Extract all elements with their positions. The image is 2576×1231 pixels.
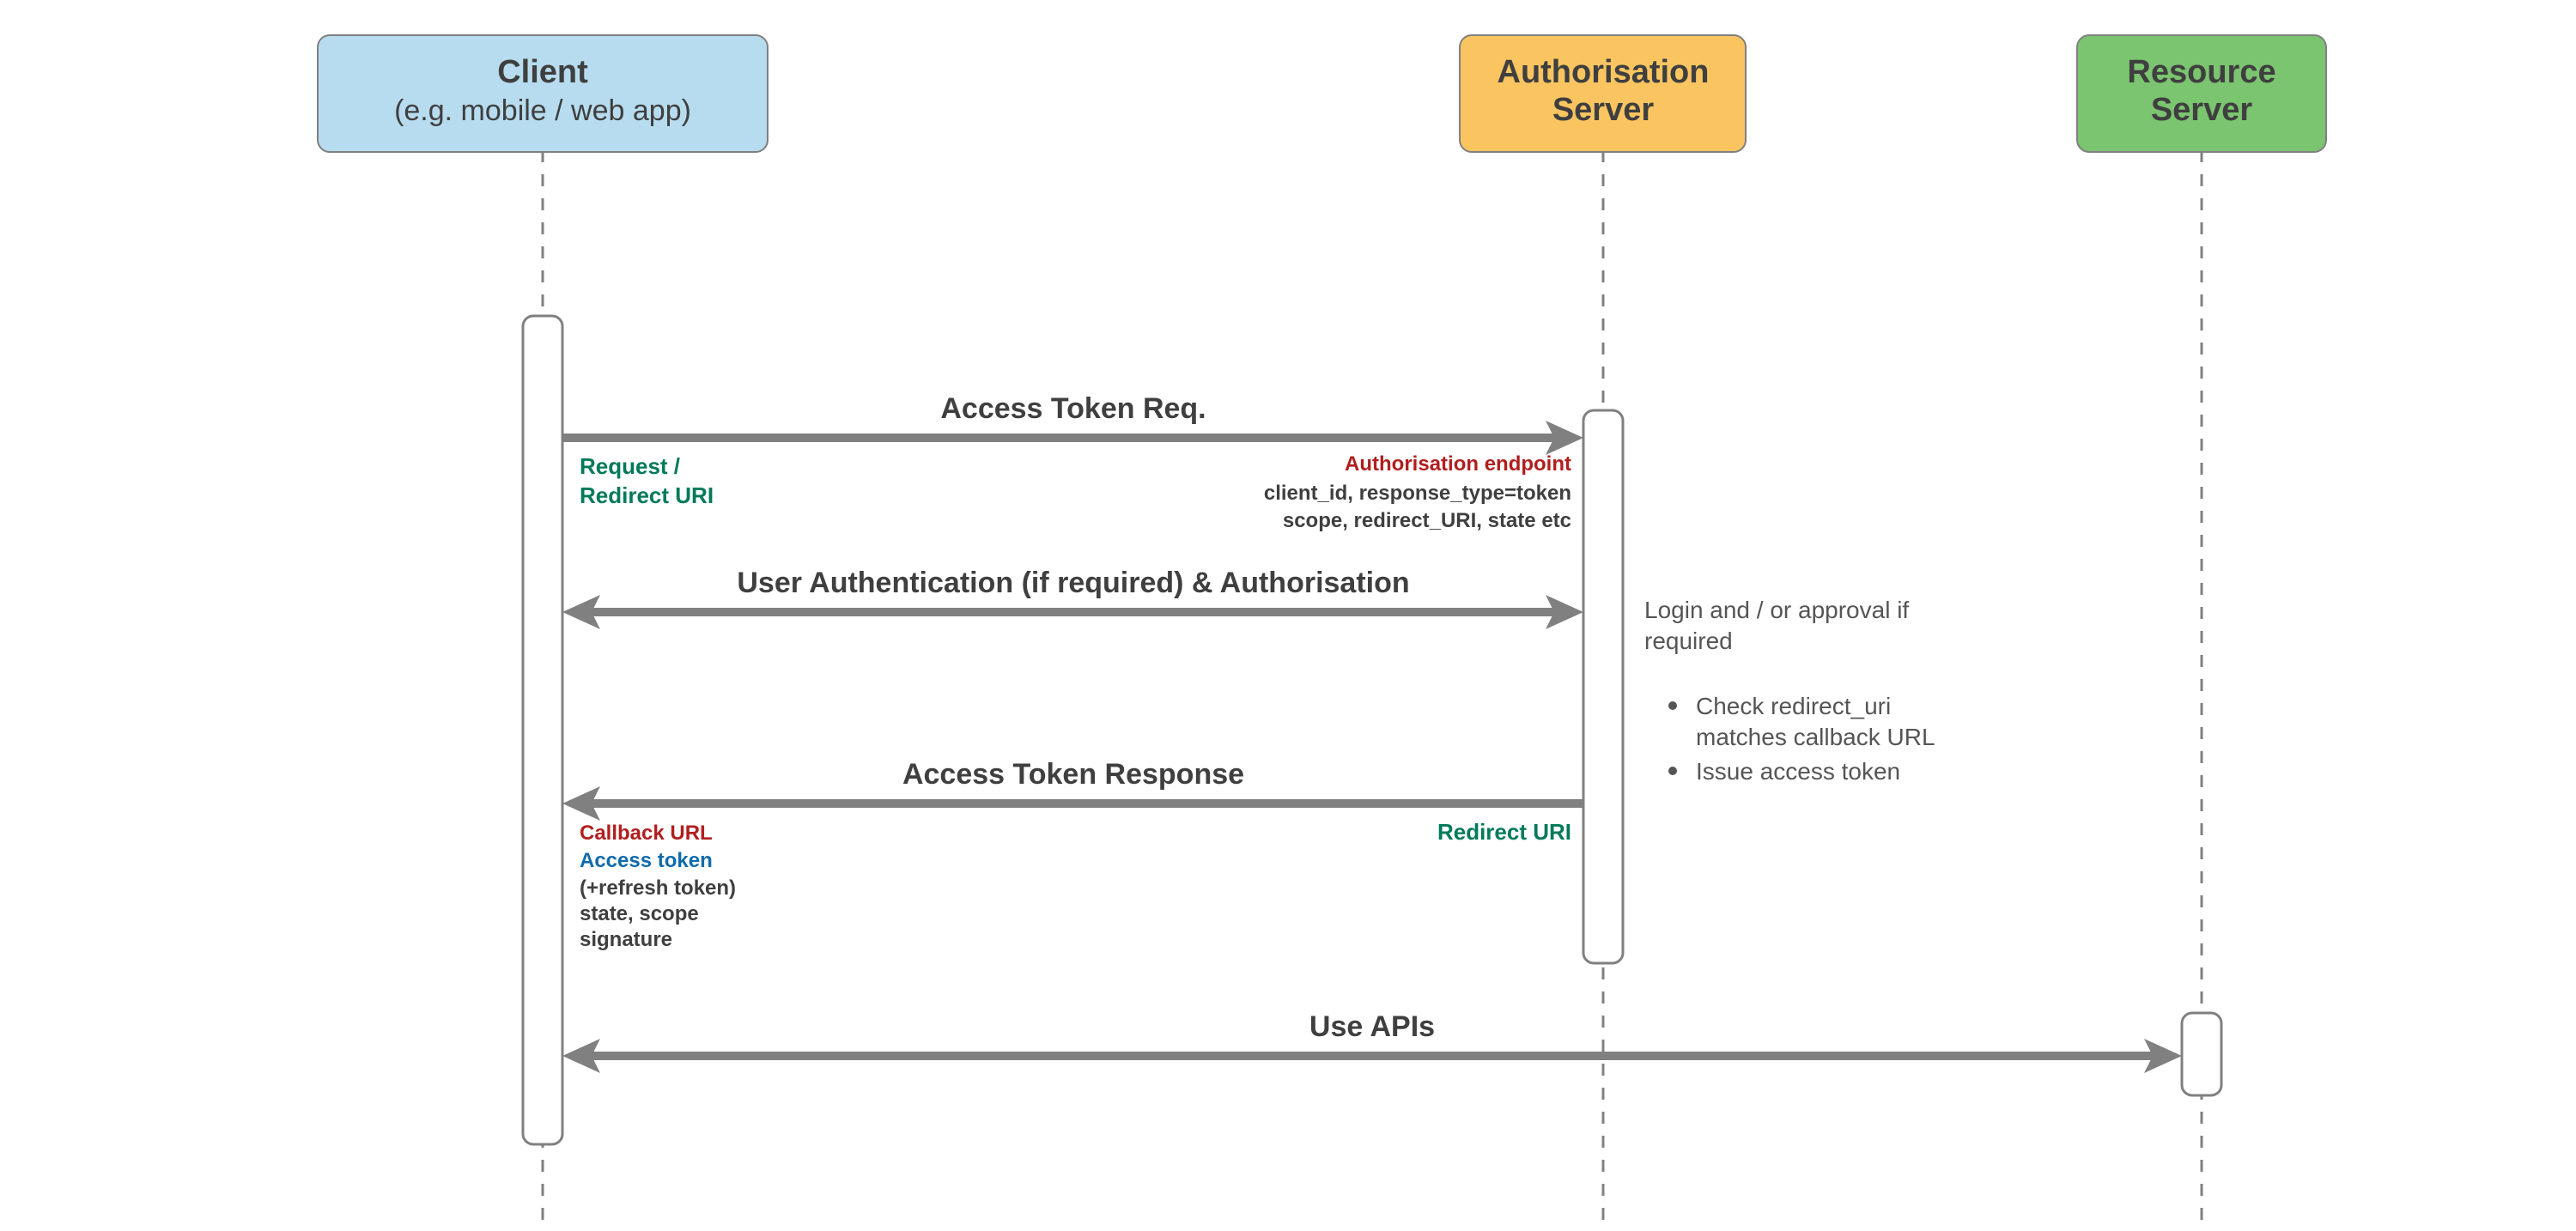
sequence-diagram: Client (e.g. mobile / web app) Authorisa…	[0, 0, 2576, 1231]
note-request-redirect-uri-l2: Redirect URI	[580, 482, 714, 508]
note-state-scope: state, scope	[580, 902, 699, 925]
activation-client	[523, 316, 562, 1144]
message-use-apis: Use APIs	[562, 1010, 2182, 1073]
participant-client-title: Client	[497, 54, 588, 90]
participant-auth-title: Authorisation	[1498, 54, 1710, 90]
message-access-token-response: Access Token Response Redirect URI Callb…	[562, 758, 1583, 951]
svg-text:Use APIs: Use APIs	[1309, 1010, 1435, 1043]
svg-text:required: required	[1644, 628, 1733, 654]
note-signature: signature	[580, 928, 672, 951]
participant-resource: Resource Server	[2077, 35, 2326, 152]
svg-text:Access Token Req.: Access Token Req.	[940, 392, 1206, 425]
participant-resource-title: Resource	[2127, 54, 2275, 90]
svg-text:Access Token Response: Access Token Response	[902, 758, 1244, 791]
note-access-token: Access token	[580, 849, 713, 872]
note-callback-url: Callback URL	[580, 822, 713, 845]
note-params-l1: client_id, response_type=token	[1264, 482, 1571, 505]
svg-text:User Authentication (if requir: User Authentication (if required) & Auth…	[737, 567, 1409, 599]
note-authorisation-endpoint: Authorisation endpoint	[1345, 452, 1571, 476]
note-request-redirect-uri-l1: Request /	[580, 453, 680, 479]
participant-auth: Authorisation Server	[1460, 35, 1746, 152]
participant-auth-sub: Server	[1552, 92, 1655, 128]
svg-text:Issue access token: Issue access token	[1696, 758, 1900, 785]
side-note-auth-server: Login and / or approval if required Chec…	[1644, 597, 1935, 785]
message-user-authentication: User Authentication (if required) & Auth…	[562, 567, 1583, 629]
message-access-token-request: Access Token Req. Request / Redirect URI…	[562, 392, 1583, 532]
note-refresh-token: (+refresh token)	[580, 876, 736, 900]
participant-resource-sub: Server	[2151, 92, 2253, 128]
activation-resource	[2182, 1013, 2221, 1095]
participant-client-sub: (e.g. mobile / web app)	[394, 94, 691, 127]
svg-text:matches callback URL: matches callback URL	[1696, 724, 1935, 750]
activation-auth	[1583, 410, 1623, 963]
participant-client: Client (e.g. mobile / web app)	[318, 35, 768, 152]
note-params-l2: scope, redirect_URI, state etc	[1283, 509, 1571, 532]
svg-text:Check redirect_uri: Check redirect_uri	[1696, 693, 1891, 719]
svg-text:Login and / or approval if: Login and / or approval if	[1644, 597, 1909, 623]
note-redirect-uri: Redirect URI	[1437, 819, 1571, 845]
